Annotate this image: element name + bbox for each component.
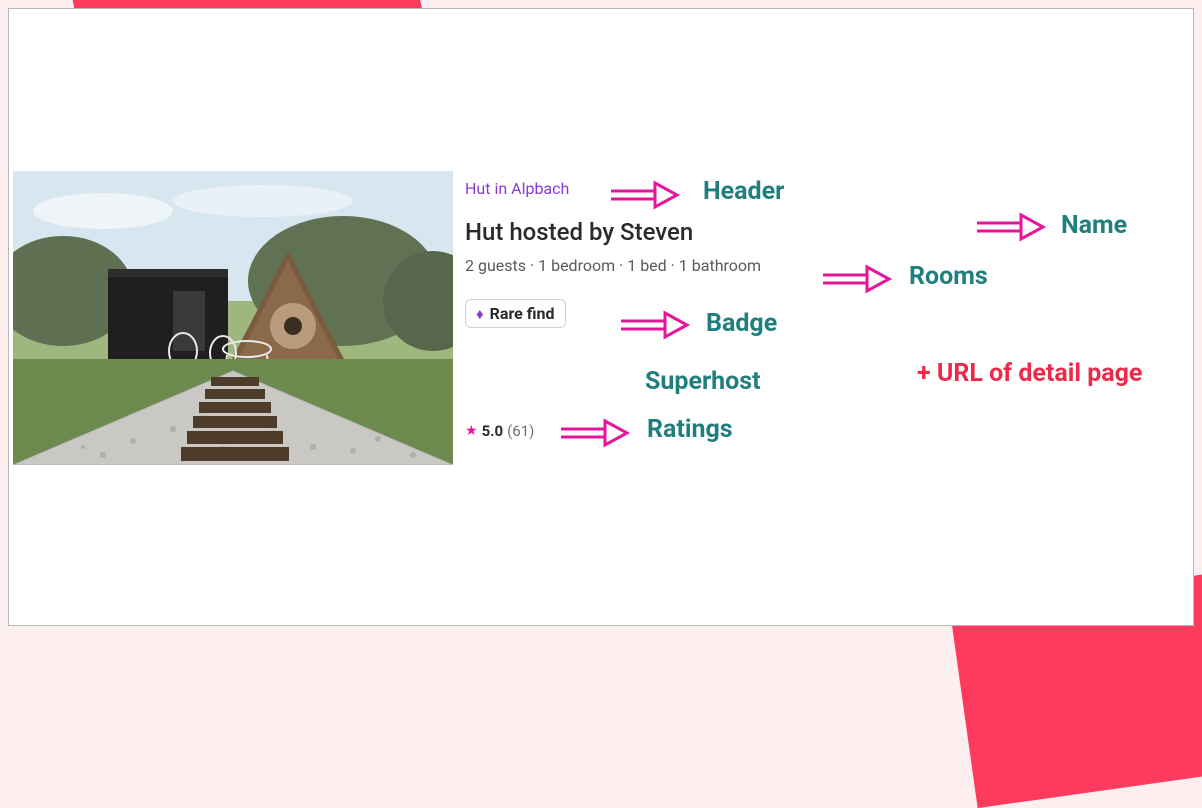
star-icon: ★ [465,423,478,439]
arrow-icon [609,181,679,213]
annotation-superhost: Superhost [645,367,761,396]
content-frame: Hut in Alpbach Hut hosted by Steven 2 gu… [8,8,1194,626]
arrow-icon [619,311,689,343]
arrow-icon [975,213,1045,245]
annotation-name: Name [1061,211,1127,240]
badge-label: Rare find [490,304,555,323]
listing-rooms: 2 guests · 1 bedroom · 1 bed · 1 bathroo… [465,256,761,275]
annotation-url-note: + URL of detail page [917,359,1142,388]
arrow-icon [821,265,891,297]
arrow-icon [559,419,629,451]
listing-header-link[interactable]: Hut in Alpbach [465,179,569,198]
annotation-badge: Badge [706,309,777,338]
annotation-rooms: Rooms [909,262,988,291]
listing-name: Hut hosted by Steven [465,218,761,246]
rare-find-badge: ♦ Rare find [465,299,566,328]
listing-photo [13,171,453,465]
diamond-icon: ♦ [476,305,484,323]
rating-value: 5.0 [482,422,504,440]
annotation-ratings: Ratings [647,415,733,444]
annotation-header: Header [703,177,784,206]
rating-count: (61) [507,422,534,440]
